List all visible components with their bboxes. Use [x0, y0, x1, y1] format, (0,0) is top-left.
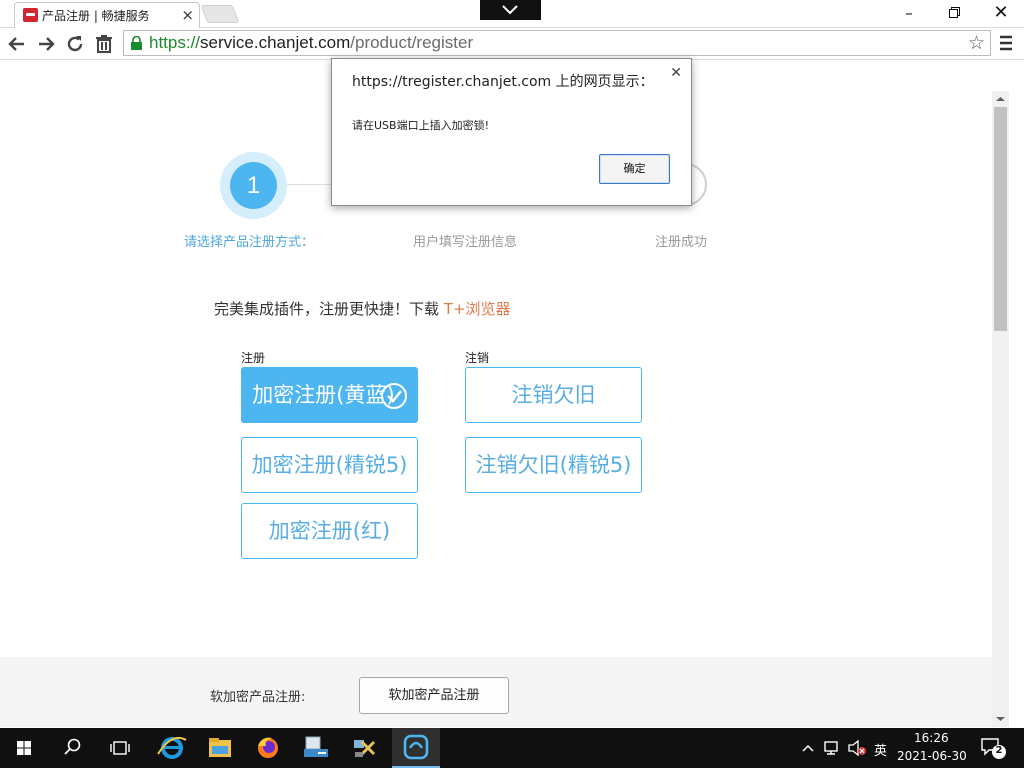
task-view-icon[interactable] [96, 728, 144, 768]
computer-app-icon[interactable] [292, 728, 340, 768]
cancel-old-jingrui5-label: 注销欠旧(精锐5) [475, 453, 632, 477]
bookmark-star-icon[interactable]: ☆ [968, 33, 985, 53]
register-red-label: 加密注册(红) [268, 519, 391, 543]
internet-explorer-icon[interactable] [148, 728, 196, 768]
clock-time[interactable]: 16:26 [914, 731, 949, 745]
address-bar[interactable]: https://service.chanjet.com/product/regi… [123, 30, 991, 56]
dialog-close-icon[interactable]: ✕ [670, 65, 682, 81]
windows-start-icon[interactable] [0, 728, 48, 768]
file-explorer-icon[interactable] [196, 728, 244, 768]
promo-message: 完美集成插件，注册更快捷！下载 [214, 300, 440, 318]
dialog-title: https://tregister.chanjet.com 上的网页显示： [352, 74, 654, 90]
reload-icon[interactable] [63, 32, 87, 56]
scroll-up-arrow-icon[interactable] [992, 91, 1009, 107]
network-icon[interactable] [823, 739, 843, 757]
restore-icon [949, 7, 960, 18]
clock-date[interactable]: 2021-06-30 [897, 749, 967, 763]
register-yellow-blue-label: 加密注册(黄蓝) [252, 383, 395, 407]
soft-encryption-button[interactable]: 软加密产品注册 [359, 677, 509, 714]
step-1-number: 1 [230, 162, 277, 209]
notification-center[interactable]: 2 [980, 737, 1006, 759]
url-text: https://service.chanjet.com/product/regi… [149, 33, 474, 52]
soft-encryption-section: 软加密产品注册: 软加密产品注册 [0, 657, 992, 727]
tools-app-icon[interactable] [340, 728, 388, 768]
browser-tab-bar: 产品注册 | 畅捷服务 × – ✕ [0, 0, 1024, 28]
cancel-old-jingrui5-button[interactable]: 注销欠旧(精锐5) [465, 437, 642, 493]
dialog-ok-button[interactable]: 确定 [599, 154, 670, 184]
register-yellow-blue-button[interactable]: 加密注册(黄蓝) [241, 367, 418, 423]
tray-expand-icon[interactable] [800, 740, 816, 756]
dialog-message: 请在USB端口上插入加密锁! [352, 119, 489, 132]
step-3-label: 注册成功 [655, 235, 708, 250]
browser-toolbar: https://service.chanjet.com/product/regi… [0, 28, 1024, 60]
volume-muted-icon[interactable] [847, 739, 867, 757]
soft-encryption-label: 软加密产品注册: [210, 690, 306, 705]
register-group-label: 注册 [241, 351, 266, 365]
cancel-group-label: 注销 [465, 351, 490, 365]
download-bar-toggle[interactable] [480, 0, 541, 20]
scroll-thumb[interactable] [994, 107, 1007, 331]
register-jingrui5-button[interactable]: 加密注册(精锐5) [241, 437, 418, 493]
new-tab-button[interactable] [200, 5, 240, 23]
minimize-button[interactable]: – [886, 0, 932, 26]
step-1-label: 请选择产品注册方式： [184, 235, 315, 250]
check-circle-icon [381, 383, 407, 409]
chevron-down-icon [502, 5, 518, 15]
restore-button[interactable] [932, 0, 978, 26]
trash-icon[interactable] [92, 32, 116, 56]
lock-icon [131, 36, 142, 50]
forward-arrow-icon[interactable] [34, 32, 58, 56]
alert-dialog: https://tregister.chanjet.com 上的网页显示： ✕ … [331, 58, 692, 206]
download-browser-link[interactable]: T+浏览器 [444, 300, 511, 318]
chanjet-app-icon [403, 734, 429, 760]
cancel-old-button[interactable]: 注销欠旧 [465, 367, 642, 423]
back-arrow-icon[interactable] [5, 32, 29, 56]
step-1-circle: 1 [220, 152, 287, 219]
register-red-button[interactable]: 加密注册(红) [241, 503, 418, 559]
firefox-icon[interactable] [244, 728, 292, 768]
taskbar: 英 16:26 2021-06-30 2 [0, 728, 1024, 768]
chanjet-favicon-icon [23, 8, 38, 22]
close-window-button[interactable]: ✕ [978, 0, 1024, 26]
menu-icon[interactable] [996, 32, 1016, 54]
tab-close-icon[interactable]: × [181, 6, 194, 24]
promo-text: 完美集成插件，注册更快捷！下载 T+浏览器 [214, 298, 511, 319]
ime-indicator[interactable]: 英 [874, 740, 887, 759]
chanjet-app-taskbar-item[interactable] [392, 728, 440, 768]
step-2-label: 用户填写注册信息 [413, 235, 518, 250]
cancel-old-label: 注销欠旧 [511, 383, 596, 407]
tab-title: 产品注册 | 畅捷服务 [42, 9, 150, 23]
page-scrollbar[interactable] [992, 91, 1009, 727]
register-jingrui5-label: 加密注册(精锐5) [251, 453, 408, 477]
notification-count: 2 [995, 745, 1003, 756]
browser-tab[interactable]: 产品注册 | 畅捷服务 × [14, 2, 200, 28]
search-icon[interactable] [48, 728, 96, 768]
scroll-down-arrow-icon[interactable] [992, 711, 1009, 727]
